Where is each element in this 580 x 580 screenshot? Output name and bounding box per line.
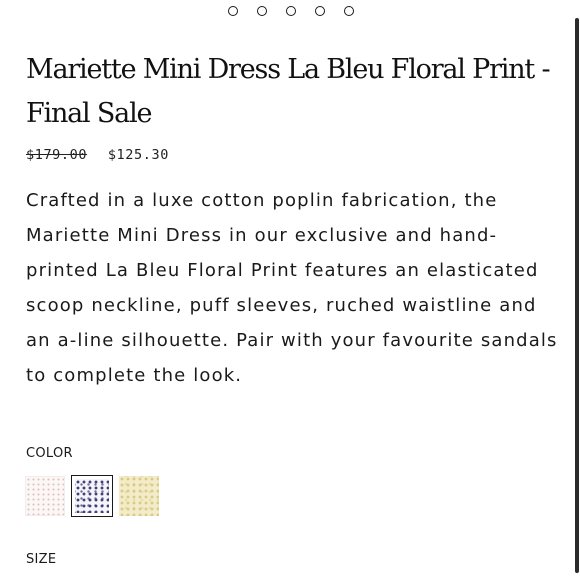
swatch-yellow-floral[interactable]	[119, 476, 159, 516]
product-detail-page: Mariette Mini Dress La Bleu Floral Print…	[0, 0, 580, 580]
carousel-dot-4[interactable]	[315, 6, 325, 16]
carousel-dot-1[interactable]	[228, 6, 238, 16]
product-description: Crafted in a luxe cotton poplin fabricat…	[26, 190, 558, 386]
carousel-dot-2[interactable]	[257, 6, 267, 16]
swatch-blue-floral-selected[interactable]	[71, 475, 113, 517]
carousel-dot-5[interactable]	[344, 6, 354, 16]
carousel-dot-3[interactable]	[286, 6, 296, 16]
swatch-blue-floral-pattern	[75, 479, 109, 513]
sale-price: $125.30	[107, 147, 169, 163]
price-row: $179.00 $125.30	[26, 147, 169, 163]
original-price: $179.00	[26, 147, 88, 163]
size-label: SIZE	[26, 552, 57, 567]
color-label: COLOR	[26, 446, 73, 461]
color-swatch-group	[25, 475, 159, 517]
swatch-pink-floral[interactable]	[25, 476, 65, 516]
image-carousel-pagination	[0, 6, 580, 16]
product-title: Mariette Mini Dress La Bleu Floral Print…	[26, 54, 551, 129]
scrollbar[interactable]	[575, 18, 579, 573]
